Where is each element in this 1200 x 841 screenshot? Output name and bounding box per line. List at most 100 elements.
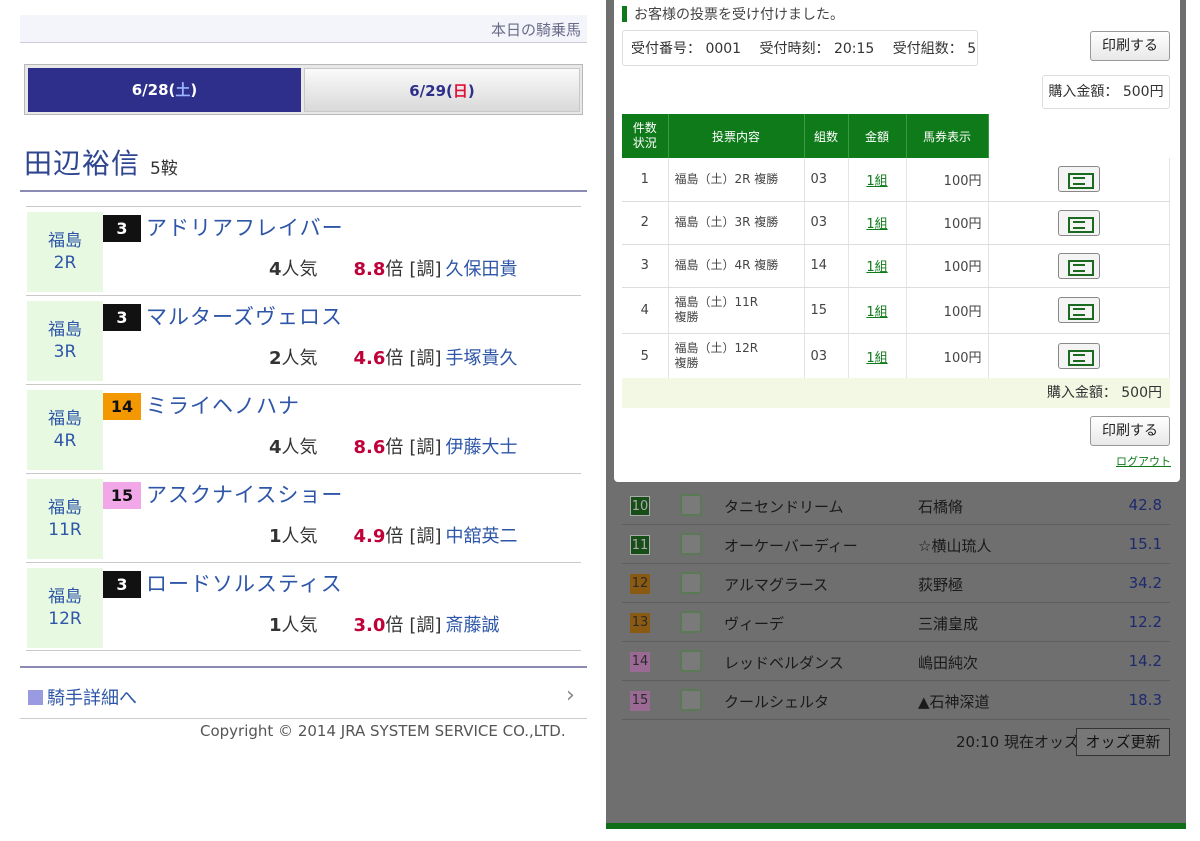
popularity-unit: 人気 xyxy=(281,526,318,547)
horse-name: ヴィーデ xyxy=(724,615,785,633)
bet-no: 2 xyxy=(622,201,669,245)
bet-row: 1 福島（土）2R 複勝 03 1組 100円 xyxy=(622,158,1170,202)
purchase-total-bottom: 購入金額： 500円 xyxy=(622,378,1170,408)
bet-sets-link[interactable]: 1組 xyxy=(866,305,887,320)
popularity: 2 xyxy=(269,348,282,369)
col-status-label: 状況 xyxy=(632,136,657,150)
tab-6-29[interactable]: 6/29(日) xyxy=(304,68,580,112)
checkbox[interactable] xyxy=(680,494,702,516)
trainer-name[interactable]: 久保田貴 xyxy=(445,259,517,280)
trainer-name[interactable]: 斎藤誠 xyxy=(445,615,499,636)
jockey-detail-link[interactable]: 騎手詳細へ xyxy=(28,684,137,710)
bet-sets-link[interactable]: 1組 xyxy=(866,217,887,232)
bet-sets-link[interactable]: 1組 xyxy=(866,174,887,189)
race-number: 11R xyxy=(48,520,82,540)
checkbox[interactable] xyxy=(680,650,702,672)
popularity-unit: 人気 xyxy=(281,437,318,458)
checkbox[interactable] xyxy=(680,611,702,633)
odds-value: 42.8 xyxy=(1128,496,1162,514)
horse-name[interactable]: アスクナイスショー xyxy=(146,479,343,509)
race-label: 福島 3R xyxy=(27,301,103,381)
bet-amount: 100円 xyxy=(906,201,989,245)
ride-row[interactable]: 福島 4R 14 ミライヘノハナ 4人気 8.6倍 [調] 伊藤大士 xyxy=(26,384,581,473)
checkbox[interactable] xyxy=(680,533,702,555)
odds-value: 15.1 xyxy=(1128,535,1162,553)
bet-amount: 100円 xyxy=(906,244,989,288)
bet-sets-cell: 1組 xyxy=(848,201,907,245)
ride-row[interactable]: 福島 12R 3 ロードソルスティス 1人気 3.0倍 [調] 斎藤誠 xyxy=(26,562,581,651)
ticket-icon[interactable] xyxy=(1057,166,1100,193)
odds-value: 34.2 xyxy=(1128,574,1162,592)
trainer-name[interactable]: 手塚貴久 xyxy=(445,348,517,369)
bet-sets-link[interactable]: 1組 xyxy=(866,260,887,275)
horse-number-badge: 3 xyxy=(103,215,141,242)
jockey-name: 荻野極 xyxy=(918,576,964,594)
horse-name: タニセンドリーム xyxy=(724,498,844,516)
ride-row[interactable]: 福島 11R 15 アスクナイスショー 1人気 4.9倍 [調] 中舘英二 xyxy=(26,473,581,562)
ride-stats: 4人気 8.8倍 [調] 久保田貴 xyxy=(269,255,517,281)
odds-row: 13 ヴィーデ 三浦皇成 12.2 xyxy=(622,603,1170,642)
horse-number-badge: 10 xyxy=(630,496,650,516)
ticket-view-cell xyxy=(988,158,1170,202)
logout-link[interactable]: ログアウト xyxy=(1116,453,1171,469)
ride-count: 5鞍 xyxy=(150,159,178,179)
odds-unit: 倍 xyxy=(385,259,404,280)
horse-name[interactable]: ミライヘノハナ xyxy=(146,390,300,420)
odds-value: 14.2 xyxy=(1128,652,1162,670)
bet-content-cell: 福島（土）2R 複勝 xyxy=(668,158,805,202)
bet-no: 5 xyxy=(622,333,669,380)
tab-day-sat: 土 xyxy=(175,81,191,99)
ticket-icon[interactable] xyxy=(1057,209,1100,236)
race-label: 福島 11R xyxy=(27,479,103,559)
bottom-bar xyxy=(606,823,1186,829)
bet-row: 5 福島（土）12R 複勝 03 1組 100円 xyxy=(622,333,1170,380)
ticket-icon[interactable] xyxy=(1057,252,1100,279)
chevron-right-icon[interactable]: › xyxy=(566,683,575,708)
ride-row[interactable]: 福島 2R 3 アドリアフレイバー 4人気 8.8倍 [調] 久保田貴 xyxy=(26,206,581,295)
col-content: 投票内容 xyxy=(668,114,805,158)
jockey-name: 石橋脩 xyxy=(918,498,964,516)
trainer-name[interactable]: 伊藤大士 xyxy=(445,437,517,458)
odds: 4.6 xyxy=(353,348,386,369)
bet-content-cell: 福島（土）12R 複勝 xyxy=(668,333,805,380)
bet-row: 2 福島（土）3R 複勝 03 1組 100円 xyxy=(622,201,1170,245)
checkbox[interactable] xyxy=(680,689,702,711)
horse-number-badge: 13 xyxy=(630,613,650,633)
bet-amount: 100円 xyxy=(906,287,989,334)
odds: 4.9 xyxy=(353,526,386,547)
horse-name[interactable]: ロードソルスティス xyxy=(146,568,343,598)
horse-name[interactable]: マルターズヴェロス xyxy=(146,301,343,331)
odds: 8.8 xyxy=(353,259,386,280)
horse-number-badge: 3 xyxy=(103,304,141,331)
odds-unit: 倍 xyxy=(385,437,404,458)
ride-stats: 4人気 8.6倍 [調] 伊藤大士 xyxy=(269,433,517,459)
bet-amount: 100円 xyxy=(906,158,989,202)
checkbox[interactable] xyxy=(680,572,702,594)
ticket-icon[interactable] xyxy=(1057,343,1100,369)
section-marker xyxy=(622,6,627,22)
race-number: 2R xyxy=(53,253,77,273)
receipt-info: 受付番号： 0001 受付時刻： 20:15 受付組数： 5 xyxy=(622,30,978,66)
race-label: 福島 12R xyxy=(27,568,103,648)
print-button-bottom[interactable]: 印刷する xyxy=(1090,416,1170,446)
bet-sets-link[interactable]: 1組 xyxy=(866,351,887,366)
bet-no: 1 xyxy=(622,158,669,202)
popularity-unit: 人気 xyxy=(281,615,318,636)
receipt-number: 受付番号： 0001 xyxy=(631,41,742,57)
horse-number-badge: 11 xyxy=(630,535,650,555)
horse-name: オーケーバーディー xyxy=(724,537,858,555)
left-screen: 本日の騎乗馬 6/28(土) 6/29(日) 田辺裕信 5鞍 福島 2R 3 アドリア… xyxy=(0,0,600,841)
odds-update-button[interactable]: オッズ更新 xyxy=(1076,728,1170,756)
bet-table: 件数 状況 投票内容 組数 金額 馬券表示 1 福島（土）2R 複勝 03 1組 100円… xyxy=(622,114,1170,380)
ride-row[interactable]: 福島 3R 3 マルターズヴェロス 2人気 4.6倍 [調] 手塚貴久 xyxy=(26,295,581,384)
ticket-icon[interactable] xyxy=(1057,297,1100,323)
tab-paren: ) xyxy=(190,81,198,99)
print-button-top[interactable]: 印刷する xyxy=(1090,31,1170,61)
horse-name[interactable]: アドリアフレイバー xyxy=(146,212,344,242)
popularity: 4 xyxy=(269,259,282,280)
tab-6-28[interactable]: 6/28(土) xyxy=(28,68,301,112)
trainer-name[interactable]: 中舘英二 xyxy=(445,526,517,547)
ride-stats: 1人気 3.0倍 [調] 斎藤誠 xyxy=(269,611,499,637)
bet-combo: 03 xyxy=(804,333,849,380)
ticket-view-cell xyxy=(988,201,1170,245)
